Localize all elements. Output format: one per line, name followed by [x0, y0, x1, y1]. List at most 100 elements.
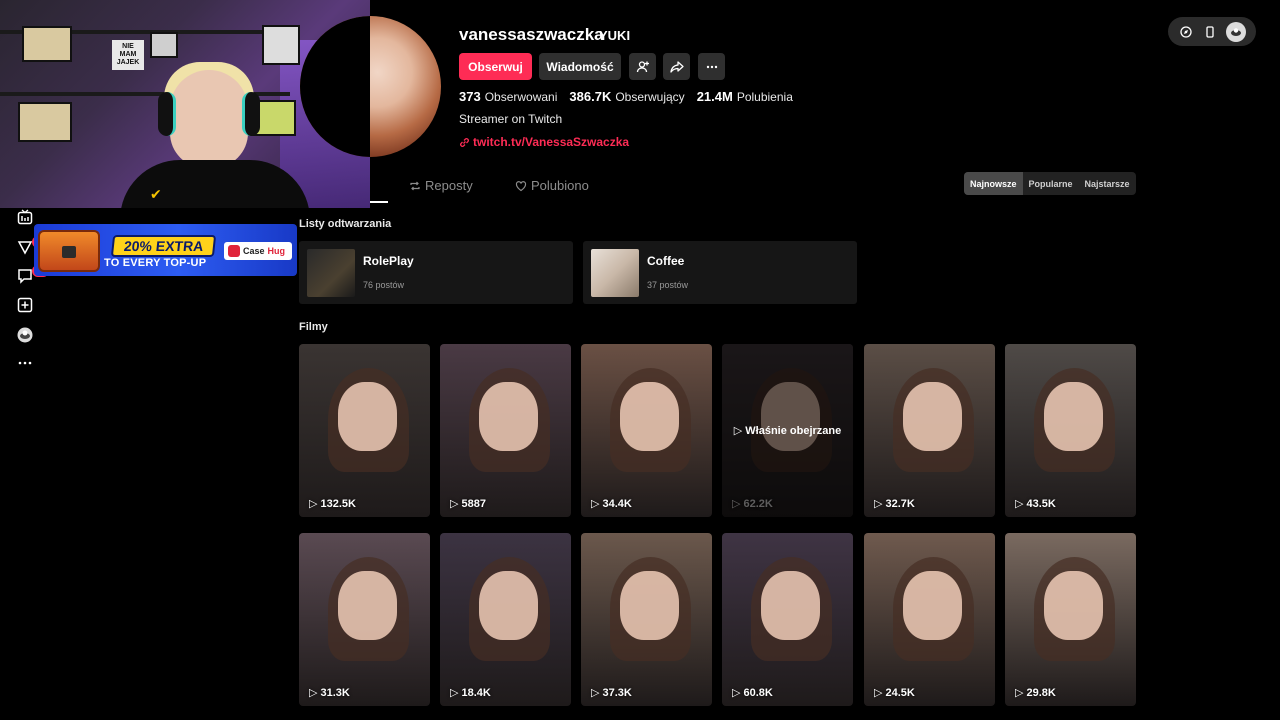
video-card[interactable]: ▷ 31.3K — [299, 533, 430, 706]
video-card[interactable]: ▷ 34.4K — [581, 344, 712, 517]
treasure-chest-icon — [38, 230, 100, 272]
more-options-button[interactable] — [698, 53, 725, 80]
promo-subline: TO EVERY TOP-UP — [104, 257, 207, 269]
video-card[interactable]: ▷ 5887 — [440, 344, 571, 517]
video-thumbnail-face — [620, 382, 680, 452]
video-card[interactable]: ▷ 29.8K — [1005, 533, 1136, 706]
shelf-box — [150, 32, 178, 58]
play-icon: ▷ — [309, 498, 318, 510]
playlist-name: RolePlay — [363, 254, 414, 268]
video-view-count: ▷ 62.2K — [732, 497, 773, 511]
video-card[interactable]: ▷ 43.5K — [1005, 344, 1136, 517]
playlist-card[interactable]: RolePlay 76 postów — [299, 241, 573, 304]
profile-avatar-icon[interactable] — [16, 326, 34, 344]
play-icon: ▷ — [1015, 498, 1024, 510]
tab-label: Reposty — [425, 178, 473, 193]
follow-button[interactable]: Obserwuj — [459, 53, 532, 80]
view-count-value: 34.4K — [602, 497, 632, 510]
view-count-value: 32.7K — [885, 497, 915, 510]
profile-bio: Streamer on Twitch — [459, 112, 563, 126]
video-view-count: ▷ 24.5K — [874, 686, 915, 700]
video-card[interactable]: ▷ Właśnie obejrzane ▷ 62.2K — [722, 344, 853, 517]
more-icon[interactable] — [16, 354, 34, 372]
headphone-icon — [242, 92, 260, 136]
video-card[interactable]: ▷ 24.5K — [864, 533, 995, 706]
video-view-count: ▷ 18.4K — [450, 686, 491, 700]
sort-toggle: Najnowsze Popularne Najstarsze — [964, 172, 1136, 195]
mobile-icon[interactable] — [1202, 24, 1218, 40]
playlists-heading: Listy odtwarzania — [299, 218, 392, 230]
more-horizontal-icon — [706, 65, 717, 68]
play-icon: ▷ — [874, 498, 883, 510]
stat-following[interactable]: 373 Obserwowani — [459, 89, 557, 104]
video-thumbnail-face — [338, 571, 398, 641]
tab-reposts[interactable]: Reposty — [409, 178, 473, 193]
video-thumbnail-face — [1044, 382, 1104, 452]
profile-nickname: YUKI — [599, 28, 631, 43]
play-icon: ▷ — [450, 498, 459, 510]
profile-link[interactable]: twitch.tv/VanessaSzwaczka — [459, 135, 629, 149]
share-icon — [669, 60, 684, 73]
webcam-cutout — [300, 16, 370, 157]
add-user-icon — [636, 60, 649, 72]
stat-label: Obserwujący — [615, 90, 685, 104]
tab-liked[interactable]: Polubiono — [515, 178, 589, 193]
profile-avatar — [300, 16, 441, 157]
brand-case: Case — [243, 246, 265, 256]
promo-banner[interactable]: 20% EXTRA TO EVERY TOP-UP Case Hug — [34, 224, 297, 276]
view-count-value: 132.5K — [320, 497, 356, 510]
stat-value: 386.7K — [569, 89, 612, 104]
video-card[interactable]: ▷ 132.5K — [299, 344, 430, 517]
shelf-box — [22, 26, 72, 62]
stat-value: 21.4M — [696, 89, 733, 104]
view-count-value: 43.5K — [1026, 497, 1056, 510]
stat-followers[interactable]: 386.7K Obserwujący — [569, 89, 684, 104]
video-thumbnail-face — [479, 382, 539, 452]
profile-stats: 373 Obserwowani 386.7K Obserwujący 21.4M Po… — [459, 89, 793, 104]
link-icon — [460, 137, 469, 147]
playlist-card[interactable]: Coffee 37 postów — [583, 241, 857, 304]
watched-label: ▷ Właśnie obejrzane — [733, 425, 842, 437]
sort-oldest[interactable]: Najstarsze — [1079, 172, 1136, 195]
view-count-value: 60.8K — [743, 686, 773, 699]
nike-logo: ✔ — [150, 186, 162, 202]
profile-username: vanessaszwaczka — [459, 25, 604, 44]
active-tab-underline — [370, 201, 388, 203]
play-icon: ▷ — [591, 687, 600, 699]
video-view-count: ▷ 5887 — [450, 497, 486, 511]
video-card[interactable]: ▷ 37.3K — [581, 533, 712, 706]
video-view-count: ▷ 31.3K — [309, 686, 350, 700]
stat-label: Obserwowani — [484, 90, 558, 104]
playlist-thumbnail — [307, 249, 355, 297]
video-card[interactable]: ▷ 18.4K — [440, 533, 571, 706]
play-icon: ▷ — [874, 687, 883, 699]
view-count-value: 37.3K — [602, 686, 632, 699]
view-count-value: 29.8K — [1026, 686, 1056, 699]
video-view-count: ▷ 32.7K — [874, 497, 915, 511]
profile-link-text[interactable]: twitch.tv/VanessaSzwaczka — [473, 135, 629, 149]
add-friend-button[interactable] — [629, 53, 656, 80]
video-card[interactable]: ▷ 32.7K — [864, 344, 995, 517]
video-view-count: ▷ 43.5K — [1015, 497, 1056, 511]
playlist-name: Coffee — [647, 254, 685, 268]
share-button[interactable] — [663, 53, 690, 80]
play-icon: ▷ — [450, 687, 459, 699]
headphone-icon — [158, 92, 176, 136]
video-view-count: ▷ 37.3K — [591, 686, 632, 700]
sort-newest[interactable]: Najnowsze — [964, 172, 1023, 195]
upload-icon[interactable] — [16, 296, 34, 314]
video-thumbnail-face — [761, 571, 821, 641]
user-avatar-icon[interactable] — [1226, 21, 1246, 42]
shelf-box — [18, 102, 72, 142]
tab-label: Polubiono — [531, 178, 589, 193]
stat-value: 373 — [459, 89, 481, 104]
view-count-value: 31.3K — [320, 686, 350, 699]
sort-popular[interactable]: Popularne — [1023, 172, 1079, 195]
view-count-value: 18.4K — [461, 686, 491, 699]
compass-icon[interactable] — [1178, 24, 1194, 40]
video-card[interactable]: ▷ 60.8K — [722, 533, 853, 706]
live-icon[interactable] — [16, 208, 34, 226]
message-button[interactable]: Wiadomość — [539, 53, 621, 80]
play-icon: ▷ — [591, 498, 600, 510]
video-thumbnail-face — [479, 571, 539, 641]
